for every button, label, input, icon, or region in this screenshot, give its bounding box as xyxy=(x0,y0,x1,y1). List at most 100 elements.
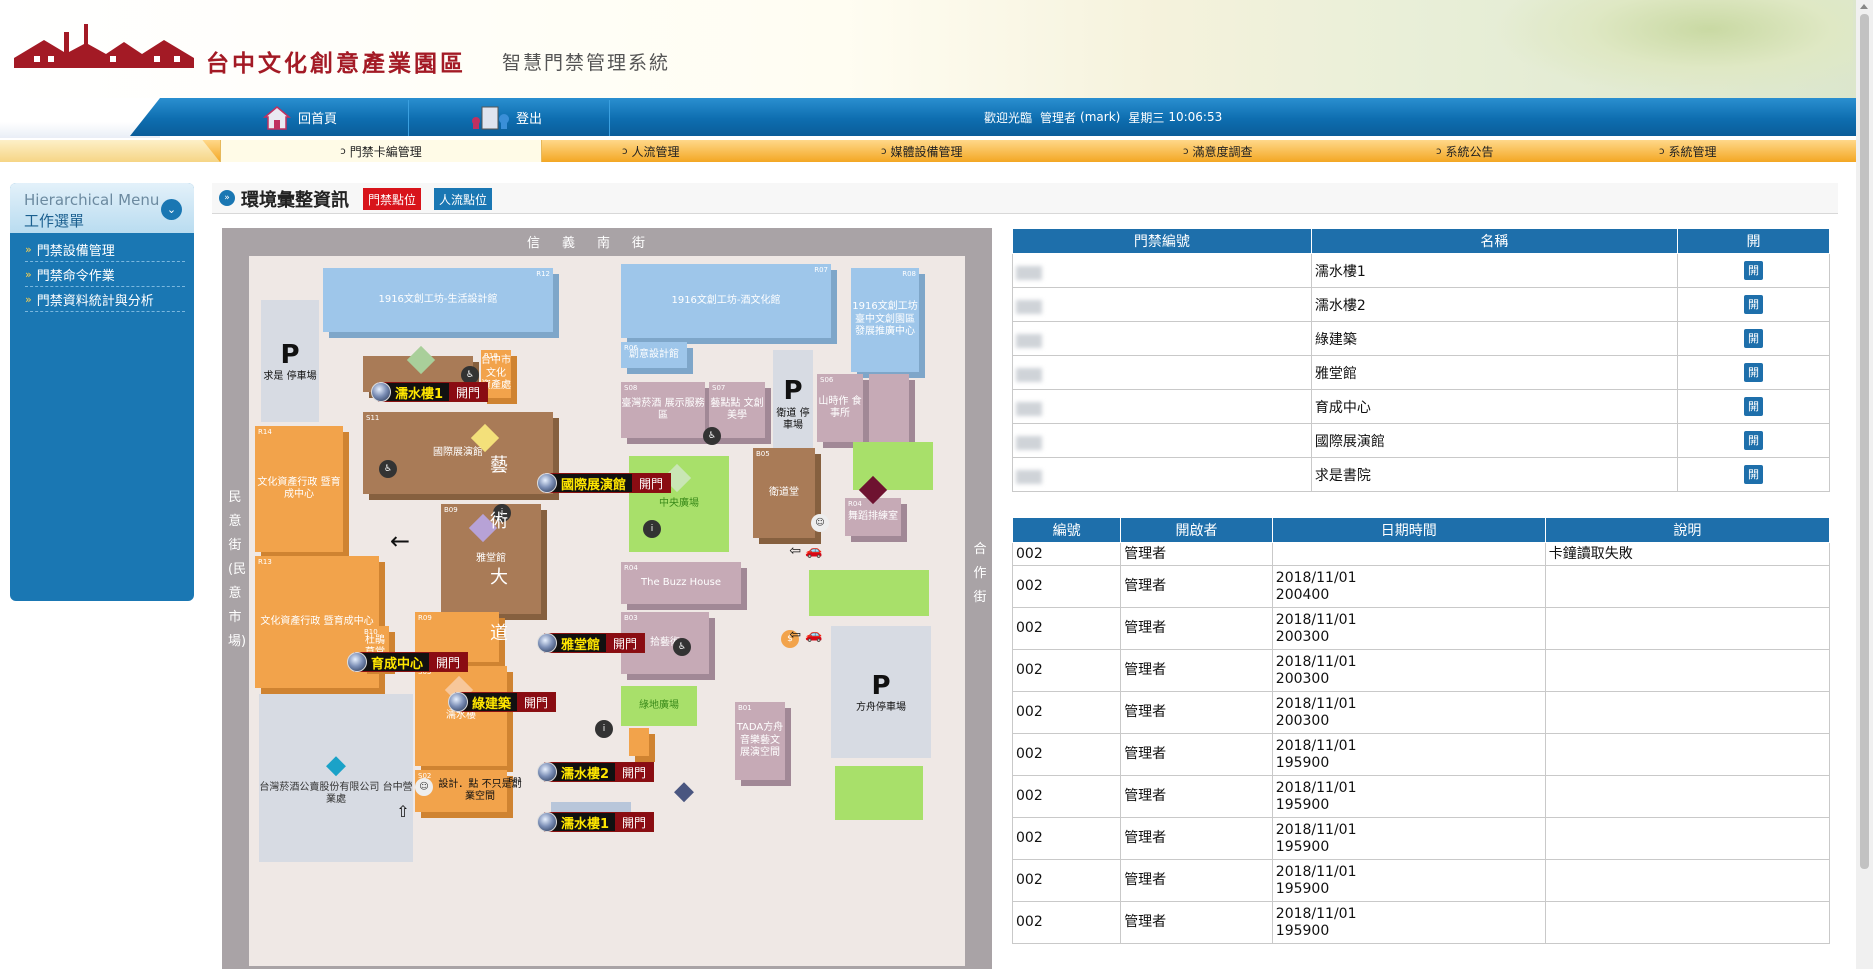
log-no: 002 xyxy=(1011,859,1122,902)
park-map: 信義南街 民意街(民意市場) 合作街 R12 1916文創工坊-生活設計館 R07… xyxy=(222,228,992,969)
door-marker-rushui2[interactable]: 濡水樓2 開門 xyxy=(537,762,655,782)
page-scrollbar[interactable] xyxy=(1856,0,1873,969)
restroom-icon: ♿ xyxy=(703,427,721,445)
restroom-icon: ♿ xyxy=(379,460,397,478)
door-id: 007 xyxy=(1016,469,1042,484)
log-datetime: 2018/11/01 195900 xyxy=(1271,859,1546,902)
market-direction: ← xyxy=(371,526,431,556)
menu-announcement[interactable]: ↄ 系統公告 xyxy=(1436,140,1494,162)
tobacco-company: ◆ 台灣菸酒公賣股份有限公司 台中營業處 xyxy=(259,694,413,862)
home-label: 回首頁 xyxy=(298,111,338,127)
open-door-button[interactable]: 開 xyxy=(1744,295,1763,314)
green-area xyxy=(835,766,923,820)
log-datetime xyxy=(1271,542,1546,566)
green-area xyxy=(809,570,929,616)
sidebar-item-command[interactable]: » 門禁命令作業 xyxy=(25,263,185,287)
log-no: 002 xyxy=(1011,901,1122,944)
column-header: 開啟者 xyxy=(1120,517,1273,543)
menu-people-flow[interactable]: ↄ 人流管理 xyxy=(622,140,680,162)
scroll-up-icon[interactable] xyxy=(1860,4,1868,9)
door-name: 國際展演館 xyxy=(1310,423,1679,458)
car-up-icon: ⇧ xyxy=(396,802,410,821)
table-row: 002 管理者 2018/11/01 200300 xyxy=(1011,607,1831,650)
chevron-icon: ↄ xyxy=(1436,145,1442,157)
log-opener: 管理者 xyxy=(1120,733,1273,776)
log-datetime: 2018/11/01 195900 xyxy=(1271,817,1546,860)
user-icon: ☺ xyxy=(415,778,433,796)
door-name: 雅堂館 xyxy=(1310,355,1679,390)
open-door-button[interactable]: 開 xyxy=(1744,363,1763,382)
open-door-button[interactable]: 開 xyxy=(1744,397,1763,416)
door-id: 003 xyxy=(1016,333,1042,348)
sidebar-item-device[interactable]: » 門禁設備管理 xyxy=(25,238,185,262)
menu-door-card[interactable]: ↄ 門禁卡編管理 xyxy=(220,140,542,162)
camera-orb-icon xyxy=(537,762,557,782)
door-marker-incubation[interactable]: 育成中心 開門 xyxy=(347,652,469,672)
door-marker-green-building[interactable]: 綠建築 開門 xyxy=(448,692,557,712)
column-header: 日期時間 xyxy=(1271,517,1546,543)
menu-satisfaction[interactable]: ↄ 滿意度調查 xyxy=(1183,140,1253,162)
open-door-button[interactable]: 開 xyxy=(1744,465,1763,484)
info-icon: i xyxy=(643,520,661,538)
table-row: 003 綠建築 開 xyxy=(1012,321,1830,356)
sidebar-item-statistics[interactable]: » 門禁資料統計與分析 xyxy=(25,288,185,312)
people-points-button[interactable]: 人流點位 xyxy=(434,188,493,210)
camera-orb-icon xyxy=(537,812,557,832)
building-s01a xyxy=(629,728,649,756)
column-header: 名稱 xyxy=(1310,228,1679,254)
menu-media-device[interactable]: ↄ 媒體設備管理 xyxy=(881,140,963,162)
parking-qiushi: P 求是 停車場 xyxy=(261,300,319,422)
log-description xyxy=(1544,817,1831,860)
log-no: 002 xyxy=(1011,691,1122,734)
log-description xyxy=(1544,649,1831,692)
log-no: 002 xyxy=(1011,542,1122,566)
parking-icon: P xyxy=(783,376,803,407)
home-button[interactable]: 回首頁 xyxy=(262,98,337,136)
table-row: 002 管理者 2018/11/01 195900 xyxy=(1011,733,1831,776)
menu-system[interactable]: ↄ 系統管理 xyxy=(1659,140,1717,162)
logout-icon xyxy=(472,106,509,130)
logout-button[interactable]: 登出 xyxy=(468,98,542,136)
building-s01: S01 設計．點 不只是創業空間 xyxy=(438,776,522,802)
log-description xyxy=(1544,901,1831,944)
door-name: 濡水樓1 xyxy=(1310,253,1679,288)
sidebar-header: Hierarchical Menu 工作選單 ⌄ xyxy=(10,183,194,233)
door-marker-qiushi[interactable]: 濡水樓1 開門 xyxy=(371,382,489,402)
restroom-icon: ♿ xyxy=(673,638,691,656)
building-s06: S06 山時作 食事所 xyxy=(817,374,863,442)
door-marker-rushui1[interactable]: 濡水樓1 開門 xyxy=(537,812,655,832)
door-marker-yatang[interactable]: 雅堂館 開門 xyxy=(537,633,646,653)
double-chevron-icon: » xyxy=(25,293,32,306)
camera-orb-icon xyxy=(371,382,391,402)
table-row: 006 國際展演館 開 xyxy=(1012,423,1830,458)
log-no: 002 xyxy=(1011,607,1122,650)
open-door-button[interactable]: 開 xyxy=(1744,329,1763,348)
door-points-button[interactable]: 門禁點位 xyxy=(363,188,422,210)
open-door-button[interactable]: 開 xyxy=(1744,261,1763,280)
building-r12: R12 1916文創工坊-生活設計館 xyxy=(323,268,553,332)
arrow-left-icon: ← xyxy=(389,527,411,555)
street-right-label: 合作街 xyxy=(973,542,987,605)
log-description xyxy=(1544,733,1831,776)
street-top-label: 信義南街 xyxy=(527,236,668,251)
log-opener: 管理者 xyxy=(1120,901,1273,944)
door-marker-international[interactable]: 國際展演館 開門 xyxy=(537,473,672,493)
system-subtitle: 智慧門禁管理系統 xyxy=(502,52,671,74)
table-row: 002 管理者 2018/11/01 195900 xyxy=(1011,859,1831,902)
log-description xyxy=(1544,691,1831,734)
header-tree-decoration xyxy=(1493,0,1853,98)
building-buzz-house: R04 The Buzz House xyxy=(621,562,741,604)
parking-weidao: P 衛道 停車場 xyxy=(773,350,813,458)
column-header: 開 xyxy=(1677,228,1830,254)
log-opener: 管理者 xyxy=(1120,607,1273,650)
open-door-button[interactable]: 開 xyxy=(1744,431,1763,450)
collapse-toggle-icon[interactable]: ⌄ xyxy=(161,199,182,220)
table-row: 002 管理者 2018/11/01 200400 xyxy=(1011,565,1831,608)
log-datetime: 2018/11/01 200300 xyxy=(1271,649,1546,692)
log-no: 002 xyxy=(1011,775,1122,818)
table-row: 002 濡水樓2 開 xyxy=(1012,287,1830,322)
building-s11: S11 國際展演館 xyxy=(363,412,553,494)
chevron-icon: ↄ xyxy=(340,145,346,157)
scrollbar-thumb[interactable] xyxy=(1860,14,1869,869)
weekday: 星期三 xyxy=(1128,110,1165,125)
